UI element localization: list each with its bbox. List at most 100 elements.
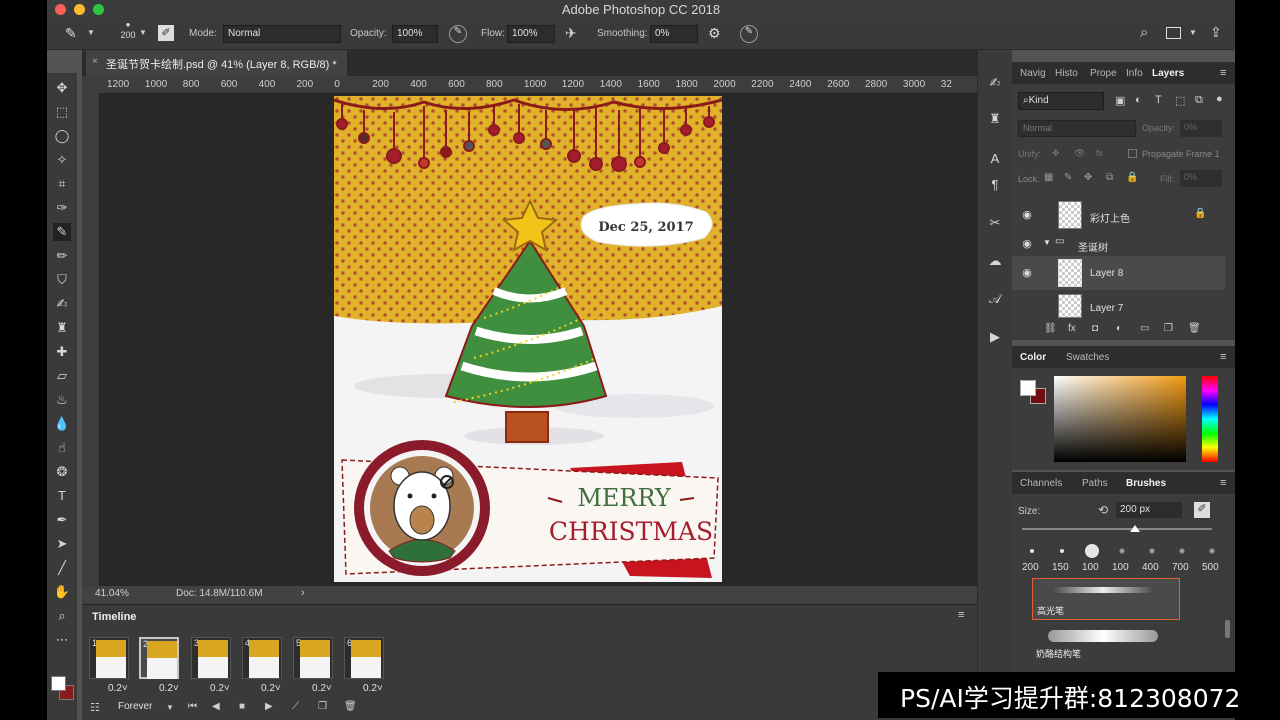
next-frame-icon[interactable]: ▶: [265, 701, 273, 712]
frame-2[interactable]: 2: [139, 637, 179, 679]
brush-preset[interactable]: 500: [1198, 542, 1226, 576]
chevron-down-icon[interactable]: ▼: [166, 703, 174, 712]
tab-swatches[interactable]: Swatches: [1066, 352, 1109, 363]
smoothing-field[interactable]: 0%: [650, 25, 698, 43]
filter-adjustment-icon[interactable]: ◐: [1135, 94, 1142, 106]
frame-4[interactable]: 4: [242, 637, 282, 679]
frame-duration-1[interactable]: 0.2˅: [108, 683, 128, 694]
brush-settings-icon[interactable]: ✐: [158, 25, 174, 41]
clone-stamp-tool-icon[interactable]: ⛉: [53, 271, 71, 289]
search-icon[interactable]: ⌕: [1140, 24, 1148, 41]
layer-group-row[interactable]: ◉ ▼ ▭ 圣诞树: [1012, 234, 1225, 254]
frame-3[interactable]: 3: [191, 637, 231, 679]
new-group-icon[interactable]: ▭: [1140, 323, 1149, 334]
lock-transparent-icon[interactable]: ▦: [1044, 172, 1053, 183]
lasso-tool-icon[interactable]: ◯: [53, 127, 71, 145]
loop-select[interactable]: Forever: [118, 701, 152, 712]
layer-row[interactable]: ◉ 彩灯上色 🔒: [1012, 198, 1225, 232]
adjustment-layer-icon[interactable]: ◐: [1116, 323, 1122, 334]
lock-pixels-icon[interactable]: ✎: [1064, 172, 1072, 183]
christmas-card-artwork[interactable]: Dec 25, 2017 MERRY CHRISTMAS: [334, 96, 722, 582]
libraries-icon[interactable]: ☁: [986, 252, 1004, 270]
new-layer-icon[interactable]: ❐: [1164, 323, 1173, 334]
frame-duration-5[interactable]: 0.2˅: [312, 683, 332, 694]
brush-item-selected[interactable]: 高光笔: [1032, 578, 1180, 620]
frame-duration-2[interactable]: 0.2˅: [159, 683, 179, 694]
blur-tool-icon[interactable]: 💧: [53, 415, 71, 433]
tab-color[interactable]: Color: [1020, 352, 1046, 363]
visibility-eye-icon[interactable]: ◉: [1020, 208, 1034, 221]
paragraph-panel-icon[interactable]: ¶: [986, 176, 1004, 194]
delete-frame-icon[interactable]: 🗑: [344, 701, 357, 712]
chevron-down-icon[interactable]: ▼: [1189, 28, 1197, 37]
opacity-field[interactable]: 100%: [392, 25, 438, 43]
pen-tool-icon[interactable]: ✒: [53, 511, 71, 529]
chevron-down-icon[interactable]: ▼: [139, 28, 147, 37]
panel-menu-icon[interactable]: ≡: [1220, 477, 1226, 489]
marquee-tool-icon[interactable]: ⬚: [53, 103, 71, 121]
propagate-checkbox[interactable]: [1128, 149, 1137, 158]
frame-5[interactable]: 5: [293, 637, 333, 679]
history-brush-tool-icon[interactable]: ✍: [53, 295, 71, 313]
filter-smart-object-icon[interactable]: ⧉: [1195, 94, 1203, 107]
more-tools-icon[interactable]: ⋯: [53, 631, 71, 649]
visibility-eye-icon[interactable]: ◉: [1020, 266, 1034, 279]
unify-style-icon[interactable]: fx: [1096, 148, 1103, 158]
fill-field[interactable]: 0%: [1180, 170, 1222, 187]
tween-icon[interactable]: ⟋: [292, 701, 299, 712]
layer-style-icon[interactable]: fx: [1068, 323, 1076, 334]
convert-timeline-icon[interactable]: ☷: [90, 701, 100, 714]
unify-position-icon[interactable]: ✥: [1052, 148, 1060, 159]
panel-menu-icon[interactable]: ≡: [1220, 67, 1226, 79]
gear-icon[interactable]: ⚙: [708, 25, 721, 42]
size-slider-thumb[interactable]: [1130, 525, 1140, 532]
layer-opacity-field[interactable]: 0%: [1180, 120, 1222, 137]
zoom-tool-icon[interactable]: ⌕: [53, 607, 71, 625]
tab-layers[interactable]: Layers: [1152, 68, 1184, 79]
brush-preset-picker[interactable]: ● 200: [115, 20, 141, 48]
hue-slider[interactable]: [1202, 376, 1218, 462]
smudge-tool-icon[interactable]: ☝: [53, 439, 71, 457]
brush-preset[interactable]: 100: [1108, 542, 1136, 576]
size-slider-track[interactable]: [1022, 528, 1212, 530]
tab-info[interactable]: Info: [1126, 68, 1143, 79]
panel-menu-icon[interactable]: ≡: [1220, 351, 1226, 363]
first-frame-icon[interactable]: ⏮: [188, 701, 197, 712]
brush-tool-icon[interactable]: ✎: [53, 223, 71, 241]
line-tool-icon[interactable]: ╱: [53, 559, 71, 577]
flow-field[interactable]: 100%: [507, 25, 555, 43]
add-mask-icon[interactable]: ◘: [1092, 323, 1098, 334]
brush-settings-panel-icon[interactable]: ✍: [986, 74, 1004, 92]
frame-duration-6[interactable]: 0.2˅: [363, 683, 383, 694]
pressure-opacity-icon[interactable]: ✎: [449, 25, 467, 43]
stamp-tool-icon[interactable]: ♜: [53, 319, 71, 337]
actions-play-icon[interactable]: ▶: [986, 328, 1004, 346]
brush-preset[interactable]: 700: [1168, 542, 1196, 576]
close-icon[interactable]: ×: [92, 56, 98, 67]
canvas-area[interactable]: 1200 1000 800 600 400 200 0 200 400 600 800 1000 120…: [82, 76, 977, 586]
reset-size-icon[interactable]: ⟲: [1098, 503, 1108, 517]
mode-select[interactable]: Normal: [223, 25, 341, 43]
delete-layer-icon[interactable]: 🗑: [1188, 323, 1201, 334]
path-selection-tool-icon[interactable]: ➤: [53, 535, 71, 553]
lock-artboard-icon[interactable]: ⧉: [1106, 172, 1113, 183]
clone-source-panel-icon[interactable]: ♜: [986, 110, 1004, 128]
frame-1[interactable]: 1: [89, 637, 129, 679]
foreground-color-chip[interactable]: [1020, 380, 1036, 396]
glyphs-icon[interactable]: 𝒜: [986, 290, 1004, 308]
brush-preset[interactable]: 400: [1138, 542, 1166, 576]
unify-visibility-icon[interactable]: 👁: [1074, 148, 1085, 159]
workspace-icon[interactable]: [1166, 27, 1181, 39]
magic-wand-tool-icon[interactable]: ✧: [53, 151, 71, 169]
frame-duration-3[interactable]: 0.2˅: [210, 683, 230, 694]
brush-preset[interactable]: 150: [1048, 542, 1076, 576]
tab-history[interactable]: Histo: [1055, 68, 1078, 79]
zoom-level[interactable]: 41.04%: [95, 588, 129, 599]
layer-row[interactable]: Layer 7: [1012, 292, 1225, 320]
visibility-eye-icon[interactable]: ◉: [1020, 237, 1034, 250]
lock-all-icon[interactable]: 🔒: [1126, 172, 1138, 183]
blend-mode-select[interactable]: Normal: [1018, 120, 1136, 137]
brush-size-field[interactable]: 200 px: [1116, 502, 1182, 518]
move-tool-icon[interactable]: ✥: [53, 79, 71, 97]
brush-item[interactable]: 奶酪结构笔: [1032, 622, 1180, 664]
